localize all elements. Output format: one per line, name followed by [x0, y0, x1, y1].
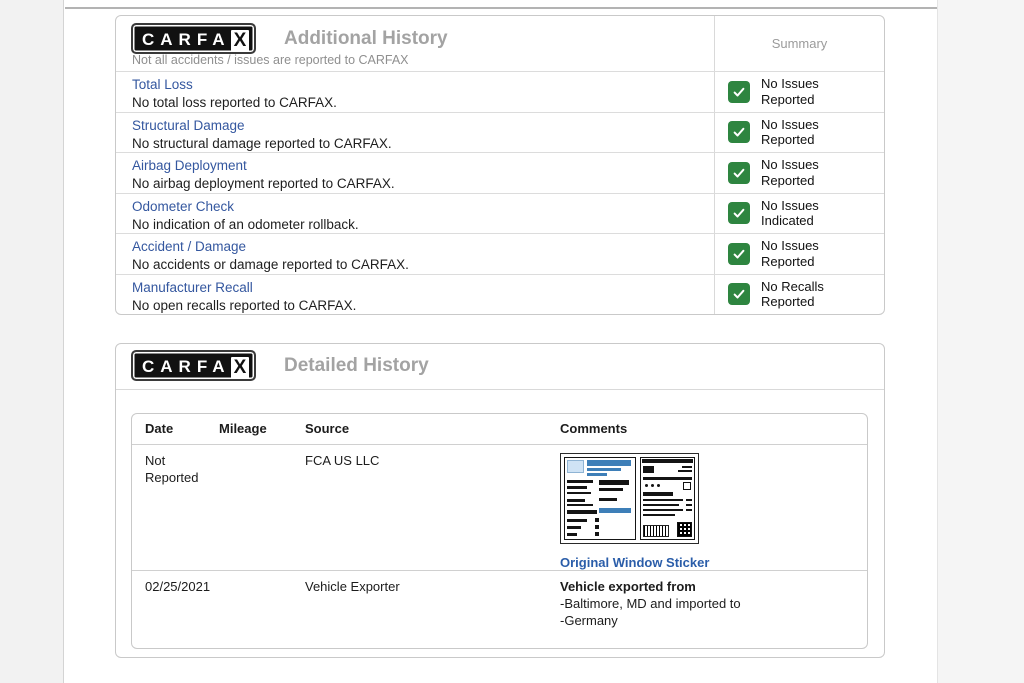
status-badge: No IssuesReported — [761, 76, 819, 107]
column-header-mileage: Mileage — [219, 421, 305, 438]
carfax-logo-text: CARFA — [142, 31, 231, 48]
date-cell: 02/25/2021 — [145, 579, 219, 630]
section-divider — [65, 7, 937, 9]
comments-cell: Original Window Sticker — [560, 453, 867, 572]
history-row-total-loss: Total Loss No total loss reported to CAR… — [116, 71, 884, 112]
row-description: No indication of an odometer rollback. — [132, 217, 698, 232]
carfax-logo: CARFAX — [131, 350, 256, 381]
detailed-history-title: Detailed History — [284, 355, 429, 377]
comment-title: Vehicle exported from — [560, 579, 867, 596]
carfax-logo: CARFAX — [131, 23, 256, 54]
history-row-airbag-deployment: Airbag Deployment No airbag deployment r… — [116, 152, 884, 193]
column-header-comments: Comments — [560, 421, 867, 438]
history-row-manufacturer-recall: Manufacturer Recall No open recalls repo… — [116, 274, 884, 315]
sticker-qr-code — [677, 522, 692, 537]
green-check-icon — [728, 283, 750, 305]
row-description: No total loss reported to CARFAX. — [132, 95, 698, 110]
comment-line: -Germany — [560, 613, 867, 630]
row-description: No open recalls reported to CARFAX. — [132, 298, 698, 313]
row-description: No airbag deployment reported to CARFAX. — [132, 176, 698, 191]
row-description: No accidents or damage reported to CARFA… — [132, 257, 698, 272]
window-sticker-thumbnail[interactable] — [560, 453, 699, 544]
source-cell: Vehicle Exporter — [305, 579, 560, 630]
green-check-icon — [728, 202, 750, 224]
status-badge: No IssuesReported — [761, 238, 819, 269]
mileage-cell — [219, 579, 305, 630]
row-label-link[interactable]: Total Loss — [132, 77, 698, 92]
source-cell: FCA US LLC — [305, 453, 560, 572]
history-row-accident-damage: Accident / Damage No accidents or damage… — [116, 233, 884, 274]
detailed-history-header: CARFAX Detailed History — [116, 344, 884, 390]
summary-column-header: Summary — [714, 16, 884, 71]
additional-history-card: CARFAX Additional History Not all accide… — [115, 15, 885, 315]
additional-history-header: CARFAX Additional History Not all accide… — [116, 16, 884, 71]
date-cell: NotReported — [145, 453, 219, 572]
green-check-icon — [728, 162, 750, 184]
history-row-structural-damage: Structural Damage No structural damage r… — [116, 112, 884, 153]
status-badge: No IssuesReported — [761, 117, 819, 148]
sticker-barcode — [643, 525, 669, 537]
row-label-link[interactable]: Manufacturer Recall — [132, 280, 698, 295]
carfax-logo-text: CARFA — [142, 358, 231, 375]
row-description: No structural damage reported to CARFAX. — [132, 136, 698, 151]
left-gutter — [0, 0, 64, 683]
sticker-left-panel — [564, 457, 636, 540]
history-row-odometer-check: Odometer Check No indication of an odome… — [116, 193, 884, 234]
green-check-icon — [728, 243, 750, 265]
status-badge: No RecallsReported — [761, 279, 824, 310]
row-label-link[interactable]: Accident / Damage — [132, 239, 698, 254]
column-header-source: Source — [305, 421, 560, 438]
carfax-logo-x: X — [231, 357, 250, 379]
table-row: 02/25/2021 Vehicle Exporter Vehicle expo… — [132, 571, 867, 630]
mileage-cell — [219, 453, 305, 572]
row-label-link[interactable]: Airbag Deployment — [132, 158, 698, 173]
original-window-sticker-link[interactable]: Original Window Sticker — [560, 555, 709, 572]
green-check-icon — [728, 81, 750, 103]
right-gutter — [937, 0, 1024, 683]
status-badge: No IssuesIndicated — [761, 198, 819, 229]
sticker-right-panel — [640, 457, 695, 540]
page: CARFAX Additional History Not all accide… — [0, 0, 1024, 683]
column-header-date: Date — [145, 421, 219, 438]
comment-line: -Baltimore, MD and imported to — [560, 596, 867, 613]
carfax-logo-x: X — [231, 30, 250, 52]
green-check-icon — [728, 121, 750, 143]
status-badge: No IssuesReported — [761, 157, 819, 188]
row-label-link[interactable]: Odometer Check — [132, 199, 698, 214]
comments-cell: Vehicle exported from -Baltimore, MD and… — [560, 579, 867, 630]
table-header-row: Date Mileage Source Comments — [132, 414, 867, 445]
row-label-link[interactable]: Structural Damage — [132, 118, 698, 133]
detailed-history-card: CARFAX Detailed History Date Mileage Sou… — [115, 343, 885, 658]
detailed-history-table: Date Mileage Source Comments NotReported… — [131, 413, 868, 649]
additional-history-title: Additional History — [284, 28, 448, 50]
table-row: NotReported FCA US LLC — [132, 445, 867, 571]
additional-history-subtitle: Not all accidents / issues are reported … — [132, 53, 409, 67]
